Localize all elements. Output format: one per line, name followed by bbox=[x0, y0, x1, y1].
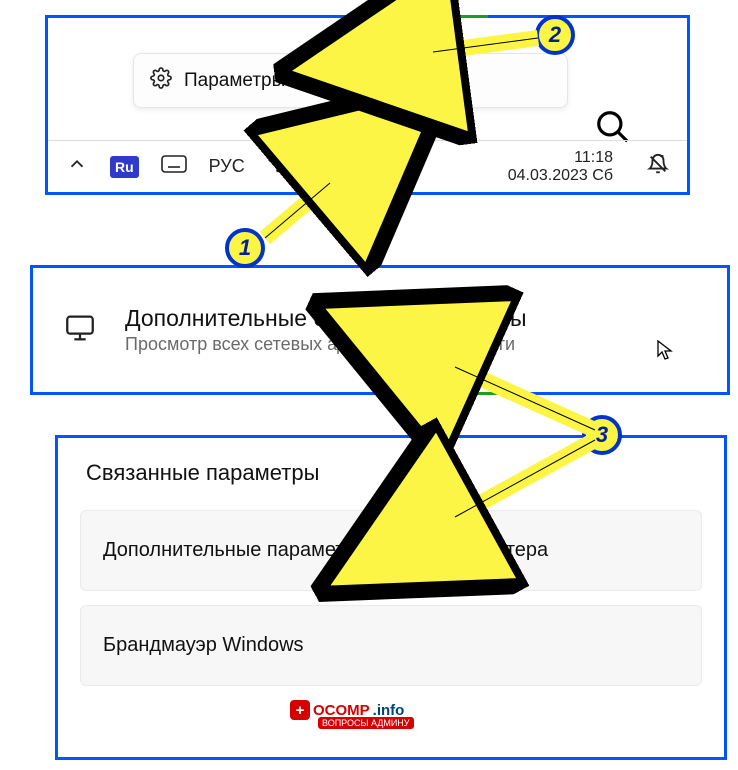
monitor-icon bbox=[63, 311, 97, 350]
chevron-up-icon[interactable] bbox=[66, 153, 88, 180]
taskbar-date: 04.03.2023 Сб bbox=[508, 167, 613, 185]
advanced-network-subtitle: Просмотр всех сетевых адаптеров, сброс с… bbox=[125, 334, 527, 355]
keyboard-icon[interactable] bbox=[161, 155, 187, 178]
cursor-icon bbox=[437, 565, 453, 590]
taskbar-time: 11:18 bbox=[508, 149, 613, 167]
panel-advanced-network-settings[interactable]: Дополнительные сетевые параметры Просмот… bbox=[30, 265, 730, 395]
right-click-icon: ٠٠٠ bbox=[390, 36, 416, 72]
settings-row: Дополнительные сетевые параметры Просмот… bbox=[33, 268, 727, 392]
step-badge-3: 3 bbox=[582, 415, 622, 455]
option-windows-firewall[interactable]: Брандмауэр Windows bbox=[80, 605, 702, 686]
language-text[interactable]: РУС bbox=[209, 156, 245, 177]
highlight-bar bbox=[358, 15, 488, 18]
cursor-icon bbox=[346, 158, 362, 183]
taskbar-datetime[interactable]: 11:18 04.03.2023 Сб bbox=[508, 149, 613, 184]
plus-icon: + bbox=[290, 700, 310, 720]
right-click-icon: ٠٠٠ bbox=[405, 352, 431, 388]
option-label: Дополнительные параметры сетевого адапте… bbox=[103, 539, 548, 561]
advanced-network-title: Дополнительные сетевые параметры bbox=[125, 305, 527, 332]
option-label: Брандмауэр Windows bbox=[103, 634, 304, 656]
right-click-icon: ٠٠٠ bbox=[335, 178, 361, 214]
step-badge-1: 1 bbox=[225, 228, 265, 268]
notifications-icon[interactable] bbox=[647, 153, 669, 180]
watermark-brand: OCOMP bbox=[313, 702, 370, 719]
right-click-icon: ٠٠٠ bbox=[405, 505, 431, 541]
language-badge[interactable]: Ru bbox=[110, 156, 139, 178]
gear-icon bbox=[150, 67, 172, 95]
wifi-icon[interactable] bbox=[267, 153, 289, 180]
watermark-suffix: .info bbox=[373, 702, 405, 719]
context-menu-item-network-settings[interactable]: Параметры сети и Интернета bbox=[133, 53, 568, 108]
step-badge-2: 2 bbox=[535, 15, 575, 55]
cursor-icon bbox=[657, 340, 673, 365]
watermark-tag: ВОПРОСЫ АДМИНУ bbox=[318, 717, 414, 729]
related-settings-heading: Связанные параметры bbox=[58, 438, 724, 496]
watermark: + OCOMP.info ВОПРОСЫ АДМИНУ bbox=[290, 700, 404, 720]
